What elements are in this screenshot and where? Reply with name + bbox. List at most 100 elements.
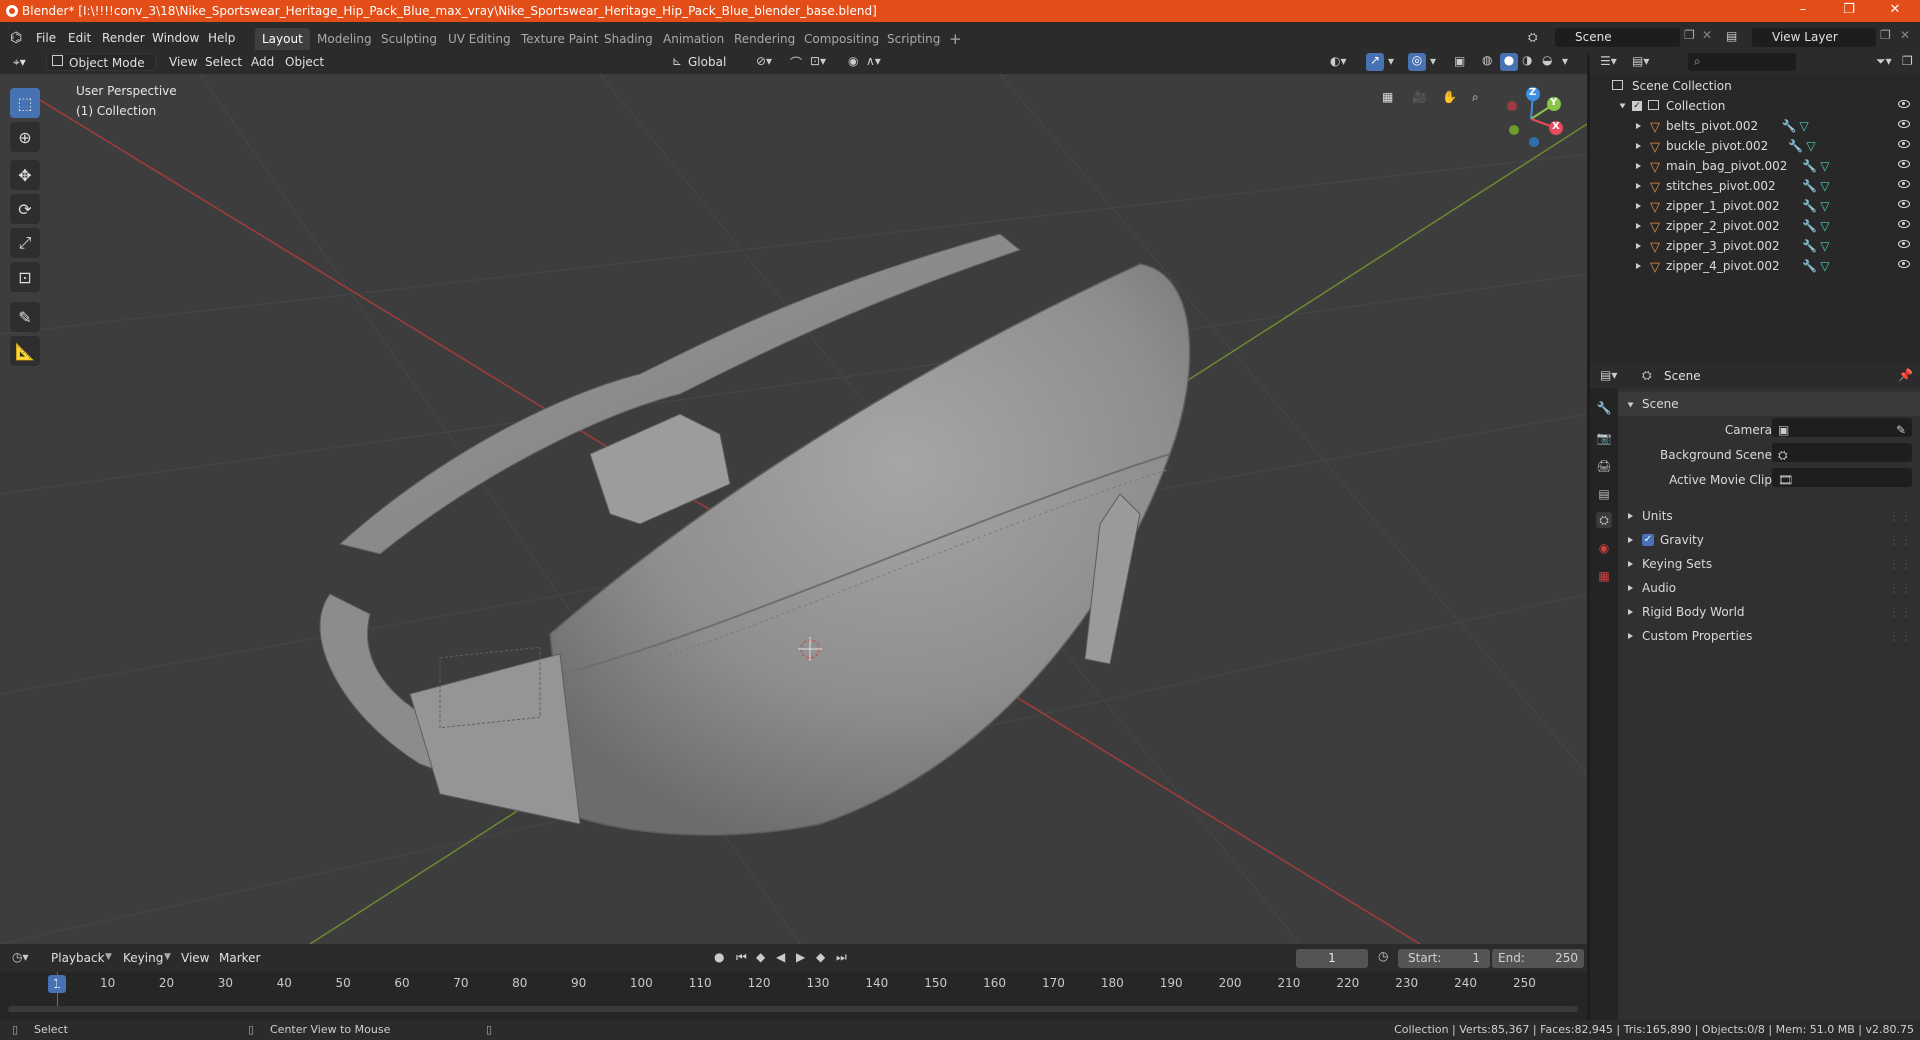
subpanel-custom-properties[interactable]: Custom Properties ⋮⋮ <box>1618 624 1920 648</box>
jump-end-icon[interactable]: ⏭ <box>836 950 847 965</box>
outliner-search-input[interactable] <box>1688 53 1796 71</box>
snap-icon[interactable]: ⌒ <box>790 54 802 71</box>
output-tab-icon[interactable]: 🖨 <box>1596 458 1612 474</box>
timeline-menu-marker[interactable]: Marker <box>214 949 265 967</box>
object-visibility-icon[interactable] <box>1898 200 1910 208</box>
record-icon[interactable]: ● <box>714 950 724 964</box>
overlay-toggle-icon[interactable]: ◎ <box>1408 53 1426 71</box>
annotate-tool[interactable]: ✎ <box>10 302 40 332</box>
pivot-point-icon[interactable]: ⊘▾ <box>756 54 772 68</box>
current-frame-field[interactable]: 1 <box>1296 949 1368 968</box>
rotate-tool[interactable]: ⟳ <box>10 194 40 224</box>
tab-rendering[interactable]: Rendering <box>727 28 802 50</box>
jump-start-icon[interactable]: ⏮ <box>736 950 747 965</box>
drag-handle-icon[interactable]: ⋮⋮ <box>1888 624 1912 648</box>
mesh-data-icon[interactable]: ▽ <box>1820 256 1829 276</box>
mesh-data-icon[interactable]: ▽ <box>1800 116 1809 136</box>
xray-icon[interactable]: ▣ <box>1454 54 1465 68</box>
modifier-icon[interactable]: 🔧 <box>1788 136 1803 156</box>
outliner-object-row[interactable]: ▽ zipper_1_pivot.002 🔧 ▽ <box>1590 196 1920 216</box>
drag-handle-icon[interactable]: ⋮⋮ <box>1888 504 1912 528</box>
tab-compositing[interactable]: Compositing <box>797 28 886 50</box>
outliner-scene-collection[interactable]: Scene Collection <box>1590 76 1920 96</box>
modifier-icon[interactable]: 🔧 <box>1802 256 1817 276</box>
object-expand-icon[interactable] <box>1636 223 1641 229</box>
gravity-checkbox[interactable]: ✓ <box>1642 534 1654 546</box>
proportional-edit-icon[interactable]: ◉ <box>848 54 858 68</box>
object-expand-icon[interactable] <box>1636 243 1641 249</box>
drag-handle-icon[interactable]: ⋮⋮ <box>1888 552 1912 576</box>
outliner-object-row[interactable]: ▽ belts_pivot.002 🔧 ▽ <box>1590 116 1920 136</box>
viewport-menu-object[interactable]: Object <box>280 53 329 71</box>
playhead[interactable] <box>57 972 58 1006</box>
wireframe-shading-icon[interactable]: ◍ <box>1482 53 1492 67</box>
pin-icon[interactable]: 📌 <box>1898 368 1913 382</box>
subpanel-gravity[interactable]: ✓ Gravity ⋮⋮ <box>1618 528 1920 552</box>
viewport-menu-select[interactable]: Select <box>200 53 247 71</box>
tab-layout[interactable]: Layout <box>255 28 310 50</box>
menu-file[interactable]: File <box>30 28 62 48</box>
subpanel-rigid-body-world[interactable]: Rigid Body World ⋮⋮ <box>1618 600 1920 624</box>
view-layer-tab-icon[interactable]: ▤ <box>1596 486 1612 502</box>
tab-animation[interactable]: Animation <box>656 28 731 50</box>
object-expand-icon[interactable] <box>1636 183 1641 189</box>
cursor-tool[interactable]: ⊕ <box>10 122 40 152</box>
mesh-data-icon[interactable]: ▽ <box>1820 196 1829 216</box>
viewport-menu-add[interactable]: Add <box>246 53 279 71</box>
menu-render[interactable]: Render <box>96 28 151 48</box>
minimize-button[interactable]: – <box>1780 0 1826 22</box>
mesh-data-icon[interactable]: ▽ <box>1806 136 1815 156</box>
render-tab-icon[interactable]: 📷 <box>1596 430 1612 446</box>
add-workspace-button[interactable]: + <box>942 28 969 50</box>
timeline-menu-view[interactable]: View <box>176 949 214 967</box>
3d-viewport[interactable]: ⬚ ⊕ ✥ ⟳ ⤢ ⊡ ✎ 📐 User Perspective (1) Col… <box>0 74 1587 944</box>
view-layer-field[interactable]: View Layer <box>1752 28 1876 47</box>
timeline-menu-keying[interactable]: Keying <box>118 949 168 967</box>
navigation-gizmo[interactable]: Z Y X <box>1496 84 1566 154</box>
snap-target-icon[interactable]: ⊡▾ <box>810 54 826 68</box>
outliner-object-row[interactable]: ▽ zipper_3_pivot.002 🔧 ▽ <box>1590 236 1920 256</box>
object-visibility-icon[interactable] <box>1898 260 1910 268</box>
viewport-menu-view[interactable]: View <box>164 53 202 71</box>
end-frame-field[interactable]: End: 250 <box>1492 949 1584 968</box>
collection-expand-icon[interactable] <box>1619 103 1626 109</box>
object-expand-icon[interactable] <box>1636 123 1641 129</box>
scene-selector-icon[interactable]: ⛭ <box>1528 30 1538 45</box>
outliner-object-row[interactable]: ▽ stitches_pivot.002 🔧 ▽ <box>1590 176 1920 196</box>
properties-editor-icon[interactable]: ▤▾ <box>1600 368 1617 382</box>
mesh-data-icon[interactable]: ▽ <box>1820 156 1829 176</box>
outliner-object-row[interactable]: ▽ zipper_4_pivot.002 🔧 ▽ <box>1590 256 1920 276</box>
object-expand-icon[interactable] <box>1636 263 1641 269</box>
menu-help[interactable]: Help <box>202 28 241 48</box>
overlay-dropdown-icon[interactable]: ▾ <box>1430 54 1436 68</box>
drag-handle-icon[interactable]: ⋮⋮ <box>1888 576 1912 600</box>
object-visibility-icon[interactable] <box>1898 240 1910 248</box>
new-scene-icon[interactable]: ❐ <box>1684 28 1695 42</box>
subpanel-units[interactable]: Units ⋮⋮ <box>1618 504 1920 528</box>
modifier-icon[interactable]: 🔧 <box>1782 116 1797 136</box>
new-view-layer-icon[interactable]: ❐ <box>1880 28 1891 42</box>
mesh-data-icon[interactable]: ▽ <box>1820 216 1829 236</box>
drag-handle-icon[interactable]: ⋮⋮ <box>1888 528 1912 552</box>
collection-checkbox[interactable]: ✓ <box>1632 101 1642 111</box>
menu-window[interactable]: Window <box>146 28 205 48</box>
object-visibility-icon[interactable] <box>1898 140 1910 148</box>
visibility-icon[interactable]: ◐▾ <box>1330 54 1347 68</box>
object-visibility-icon[interactable] <box>1898 120 1910 128</box>
tool-tab-icon[interactable]: 🔧 <box>1596 400 1612 416</box>
zoom-view-icon[interactable]: ⌕ <box>1472 90 1479 105</box>
modifier-icon[interactable]: 🔧 <box>1802 176 1817 196</box>
subpanel-keying-sets[interactable]: Keying Sets ⋮⋮ <box>1618 552 1920 576</box>
measure-tool[interactable]: 📐 <box>10 336 40 366</box>
camera-view-icon[interactable]: 🎥 <box>1412 90 1427 104</box>
drag-handle-icon[interactable]: ⋮⋮ <box>1888 600 1912 624</box>
camera-field[interactable] <box>1772 418 1912 437</box>
timeline-scrollbar[interactable] <box>8 1006 1578 1012</box>
mesh-data-icon[interactable]: ▽ <box>1820 176 1829 196</box>
background-scene-field[interactable] <box>1772 443 1912 462</box>
editor-type-icon[interactable]: ⌖▾ <box>8 53 31 71</box>
delete-scene-icon[interactable]: ✕ <box>1702 28 1712 42</box>
eyedropper-icon[interactable]: ✎ <box>1896 418 1906 442</box>
shading-dropdown-icon[interactable]: ▾ <box>1562 54 1568 68</box>
play-icon[interactable]: ▶ <box>796 950 805 964</box>
